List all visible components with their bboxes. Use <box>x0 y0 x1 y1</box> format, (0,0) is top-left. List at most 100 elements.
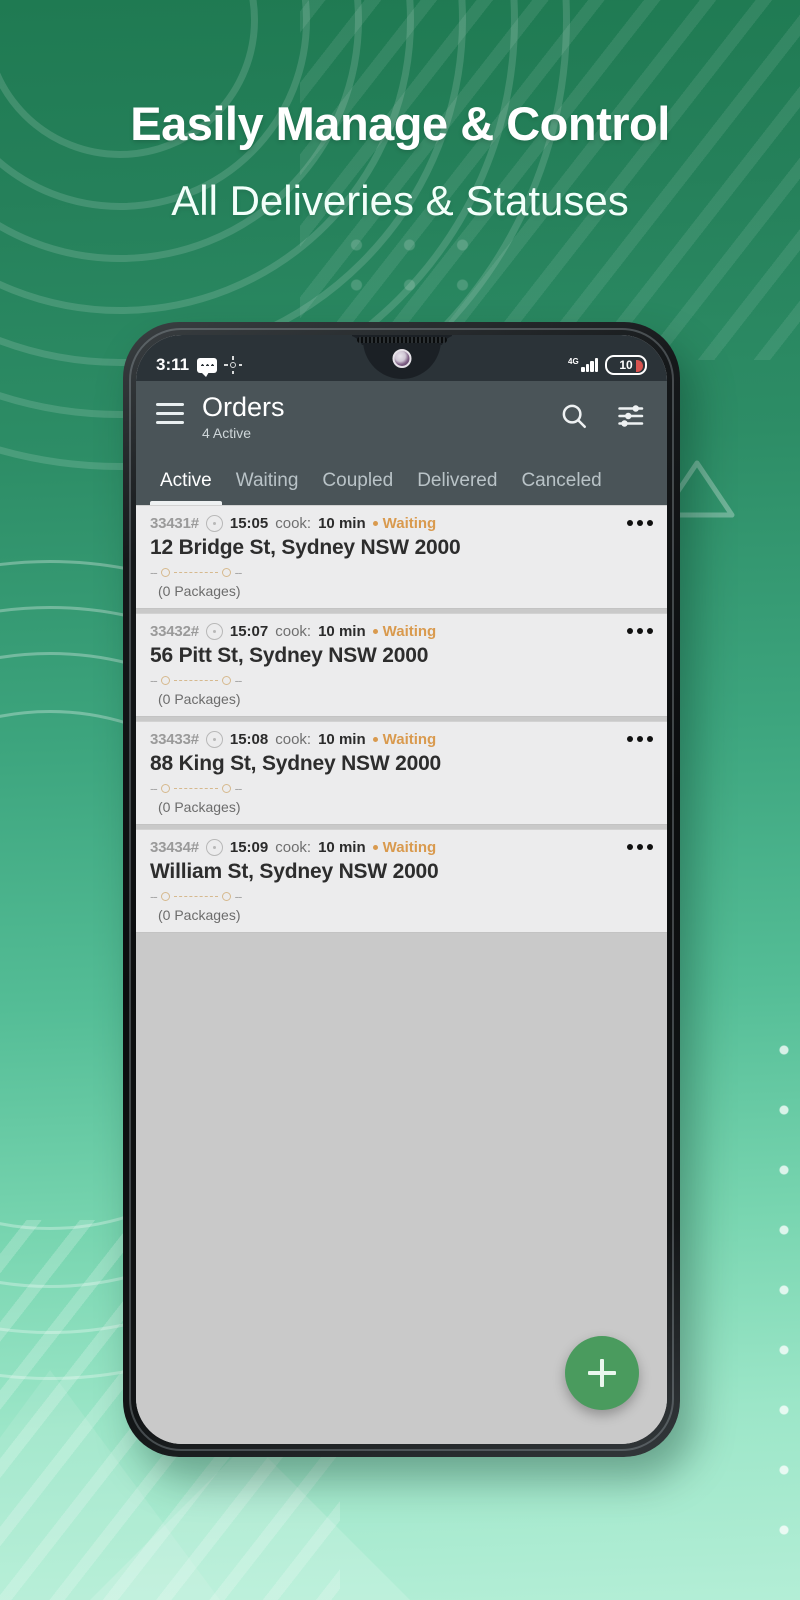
earpiece-speaker <box>356 337 447 343</box>
tab-canceled[interactable]: Canceled <box>509 470 613 505</box>
tab-coupled[interactable]: Coupled <box>310 470 405 505</box>
order-progress-track: -- -- <box>150 672 651 688</box>
front-camera-icon <box>392 349 411 368</box>
status-bar-clock: 3:11 <box>156 355 190 374</box>
order-meta-row: 33431# 15:05 cook: 10 min Waiting <box>150 515 651 533</box>
progress-prefix-dashes: -- <box>150 780 158 796</box>
cook-label: cook: <box>275 623 312 641</box>
phone-screen: 3:11 4G 10 Orders 4 Active Active Waitin… <box>136 335 667 1444</box>
overflow-menu-icon[interactable] <box>627 628 653 635</box>
filter-sliders-icon[interactable] <box>617 401 647 431</box>
progress-suffix-dashes: -- <box>234 564 243 580</box>
progress-suffix-dashes: -- <box>234 672 243 688</box>
search-icon[interactable] <box>559 401 589 431</box>
order-time: 15:09 <box>229 839 269 857</box>
phone-mockup: 3:11 4G 10 Orders 4 Active Active Waitin… <box>123 322 680 1457</box>
progress-node-end <box>221 783 231 793</box>
status-badge: Waiting <box>372 515 437 533</box>
status-bar-right: 4G 10 <box>568 355 647 375</box>
network-type-label: 4G <box>568 357 579 366</box>
signal-bars-icon: 4G <box>568 357 598 372</box>
order-meta-row: 33434# 15:09 cook: 10 min Waiting <box>150 839 651 857</box>
package-count: (0 Packages) <box>158 691 241 708</box>
hamburger-menu-icon[interactable] <box>156 393 184 424</box>
order-time: 15:05 <box>229 515 269 533</box>
progress-node-start <box>160 567 170 577</box>
order-progress-track: -- -- <box>150 780 651 796</box>
progress-node-end <box>221 891 231 901</box>
add-order-button[interactable] <box>565 1336 639 1410</box>
order-id: 33434# <box>150 839 199 857</box>
status-badge: Waiting <box>372 731 437 749</box>
progress-node-end <box>221 567 231 577</box>
battery-level-label: 10 <box>619 358 633 372</box>
order-id: 33433# <box>150 731 199 749</box>
table-row[interactable]: 33433# 15:08 cook: 10 min Waiting 88 Kin… <box>136 721 667 826</box>
status-label: Waiting <box>382 839 437 857</box>
tab-active[interactable]: Active <box>148 470 224 506</box>
progress-node-start <box>160 675 170 685</box>
status-dot-icon <box>372 845 378 851</box>
order-meta-row: 33433# 15:08 cook: 10 min Waiting <box>150 731 651 749</box>
battery-indicator: 10 <box>605 355 647 375</box>
promo-subheadline: All Deliveries & Statuses <box>171 177 629 224</box>
order-progress-track: -- -- <box>150 888 651 904</box>
overflow-menu-icon[interactable] <box>627 736 653 743</box>
package-count: (0 Packages) <box>158 583 241 600</box>
status-label: Waiting <box>382 731 437 749</box>
cook-duration: 10 min <box>318 839 366 857</box>
order-id: 33431# <box>150 515 199 533</box>
status-dot-icon <box>372 521 378 527</box>
order-meta-row: 33432# 15:07 cook: 10 min Waiting <box>150 623 651 641</box>
dot-grid-decoration <box>330 225 490 305</box>
order-time: 15:08 <box>229 731 269 749</box>
dotted-line-right <box>778 1020 790 1540</box>
app-bar-actions <box>559 393 647 431</box>
status-label: Waiting <box>382 623 437 641</box>
progress-dashed-line <box>173 679 218 681</box>
progress-prefix-dashes: -- <box>150 888 158 904</box>
status-label: Waiting <box>382 515 437 533</box>
clock-icon <box>205 515 223 533</box>
table-row[interactable]: 33434# 15:09 cook: 10 min Waiting Willia… <box>136 829 667 934</box>
promo-headings: Easily Manage & Control All Deliveries &… <box>0 0 800 225</box>
cook-duration: 10 min <box>318 731 366 749</box>
status-dot-icon <box>372 737 378 743</box>
page-subtitle: 4 Active <box>202 425 252 442</box>
clock-icon <box>205 623 223 641</box>
page-title: Orders <box>202 392 285 422</box>
cook-duration: 10 min <box>318 515 366 533</box>
progress-node-start <box>160 783 170 793</box>
table-row[interactable]: 33432# 15:07 cook: 10 min Waiting 56 Pit… <box>136 613 667 718</box>
cook-label: cook: <box>275 731 312 749</box>
clock-icon <box>205 839 223 857</box>
status-badge: Waiting <box>372 623 437 641</box>
order-address: 12 Bridge St, Sydney NSW 2000 <box>150 536 461 560</box>
status-dot-icon <box>372 629 378 635</box>
overflow-menu-icon[interactable] <box>627 520 653 527</box>
order-status-tabs: Active Waiting Coupled Delivered Cancele… <box>136 451 667 506</box>
order-address: 56 Pitt St, Sydney NSW 2000 <box>150 644 429 668</box>
promo-headline: Easily Manage & Control <box>130 97 670 150</box>
status-bar-left: 3:11 <box>156 355 243 377</box>
progress-node-start <box>160 891 170 901</box>
progress-dashed-line <box>173 895 218 897</box>
message-icon <box>197 357 218 377</box>
cook-duration: 10 min <box>318 623 366 641</box>
table-row[interactable]: 33431# 15:05 cook: 10 min Waiting 12 Bri… <box>136 505 667 610</box>
clock-icon <box>205 731 223 749</box>
progress-prefix-dashes: -- <box>150 672 158 688</box>
cook-label: cook: <box>275 839 312 857</box>
progress-suffix-dashes: -- <box>234 888 243 904</box>
progress-prefix-dashes: -- <box>150 564 158 580</box>
order-progress-track: -- -- <box>150 564 651 580</box>
order-id: 33432# <box>150 623 199 641</box>
cook-label: cook: <box>275 515 312 533</box>
tab-delivered[interactable]: Delivered <box>405 470 509 505</box>
progress-dashed-line <box>173 571 218 573</box>
progress-dashed-line <box>173 787 218 789</box>
tab-waiting[interactable]: Waiting <box>224 470 311 505</box>
orders-list[interactable]: 33431# 15:05 cook: 10 min Waiting 12 Bri… <box>136 505 667 1444</box>
overflow-menu-icon[interactable] <box>627 844 653 851</box>
app-bar: Orders 4 Active <box>136 381 667 452</box>
